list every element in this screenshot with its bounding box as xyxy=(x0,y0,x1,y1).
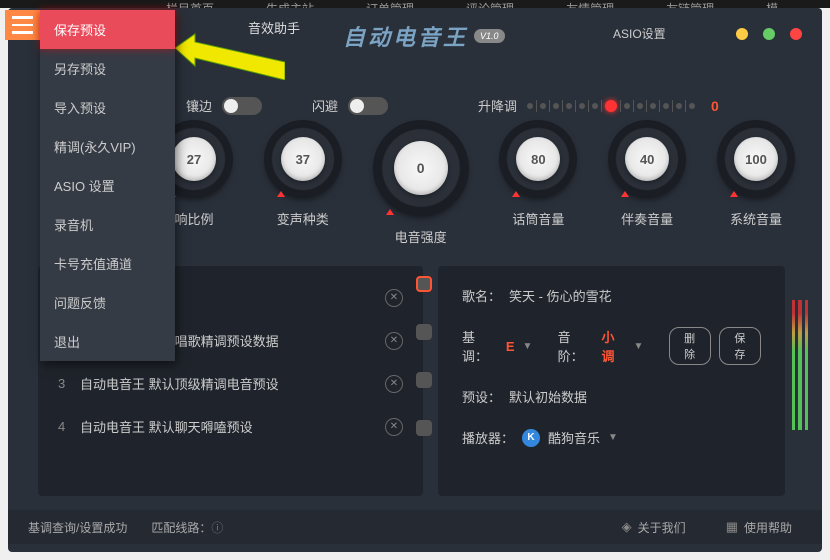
top-tab[interactable]: 订单管理 xyxy=(360,0,420,8)
dodge-switch-label: 闪避 xyxy=(312,96,338,115)
top-tab[interactable]: 生成主站 xyxy=(260,0,320,8)
hamburger-menu-button[interactable] xyxy=(5,10,40,40)
dropdown-item[interactable]: 精调(永久VIP) xyxy=(40,127,175,166)
dropdown-item[interactable]: 退出 xyxy=(40,322,175,361)
player-value: 酷狗音乐 xyxy=(548,428,600,447)
dropdown-item[interactable]: 录音机 xyxy=(40,205,175,244)
info-icon[interactable]: ⓘ xyxy=(211,521,223,535)
preset-delete-icon[interactable]: ✕ xyxy=(385,418,403,436)
top-tab[interactable]: 模 xyxy=(760,0,784,8)
key-value: E xyxy=(506,339,515,354)
top-tabs: 栏目首页 生成主站 订单管理 评论管理 友情管理 友链管理 模 xyxy=(0,0,830,8)
preset-name: 自动电音王 默认顶级精调电音预设 xyxy=(80,374,375,393)
delete-button[interactable]: 删除 xyxy=(669,327,711,365)
match-label: 匹配线路： xyxy=(151,521,211,535)
song-name: 笑天 - 伤心的雪花 xyxy=(509,286,612,305)
preset-delete-icon[interactable]: ✕ xyxy=(385,332,403,350)
preset-delete-icon[interactable]: ✕ xyxy=(385,289,403,307)
key-dropdown-icon[interactable]: ▼ xyxy=(523,341,533,352)
dropdown-item[interactable]: 保存预设 xyxy=(40,10,175,49)
dropdown-item[interactable]: 导入预设 xyxy=(40,88,175,127)
knob-label: 话筒音量 xyxy=(512,209,564,228)
knob[interactable]: 0 电音强度 xyxy=(376,123,466,246)
preset-selector[interactable] xyxy=(416,276,432,292)
dodge-switch[interactable] xyxy=(348,97,388,115)
knob-value: 27 xyxy=(172,137,216,181)
knob-value: 100 xyxy=(734,137,778,181)
player-dropdown-icon[interactable]: ▼ xyxy=(608,432,618,443)
scale-value: 小调 xyxy=(602,327,626,365)
kugou-icon: K xyxy=(522,429,540,447)
switch-row: 镶边 闪避 xyxy=(186,96,388,115)
knob-label: 系统音量 xyxy=(730,209,782,228)
knob-value: 37 xyxy=(281,137,325,181)
top-tab[interactable]: 友情管理 xyxy=(560,0,620,8)
footer: 基调查询/设置成功 匹配线路：ⓘ ◈ 关于我们 ▦ 使用帮助 xyxy=(8,510,822,544)
top-tab[interactable]: 友链管理 xyxy=(660,0,720,8)
knob-row: 27 响比例 37 变声种类 0 电音强度 80 话筒音量 40 伴奏音量 100 系统音量 xyxy=(158,123,792,246)
knob-label: 电音强度 xyxy=(395,227,447,246)
save-button[interactable]: 保存 xyxy=(719,327,761,365)
preset-name: 自动电音王 默认聊天嘚嗑预设 xyxy=(80,417,375,436)
maximize-dot[interactable] xyxy=(763,28,775,40)
preset-value: 默认初始数据 xyxy=(509,387,587,406)
dropdown-item[interactable]: 另存预设 xyxy=(40,49,175,88)
annotation-arrow xyxy=(175,30,285,80)
minimize-dot[interactable] xyxy=(736,28,748,40)
knob-label: 响比例 xyxy=(174,209,213,228)
knob-value: 40 xyxy=(625,137,669,181)
knob-value: 0 xyxy=(394,141,448,195)
key-label: 基调： xyxy=(462,327,498,365)
top-tab[interactable]: 栏目首页 xyxy=(160,0,220,8)
window-controls xyxy=(736,28,802,40)
preset-delete-icon[interactable]: ✕ xyxy=(385,375,403,393)
border-switch-label: 镶边 xyxy=(186,96,212,115)
status-text: 基调查询/设置成功 xyxy=(28,519,127,536)
dropdown-item[interactable]: 卡号充值通道 xyxy=(40,244,175,283)
semitone-track[interactable] xyxy=(527,100,695,112)
border-switch[interactable] xyxy=(222,97,262,115)
knob-label: 变声种类 xyxy=(277,209,329,228)
preset-number: 3 xyxy=(58,376,70,391)
scale-label: 音阶： xyxy=(558,327,594,365)
app-logo: 自动电音王 xyxy=(343,20,468,52)
dropdown-item[interactable]: ASIO 设置 xyxy=(40,166,175,205)
vu-meter xyxy=(792,300,808,430)
close-dot[interactable] xyxy=(790,28,802,40)
top-tab[interactable]: 评论管理 xyxy=(460,0,520,8)
preset-label: 预设： xyxy=(462,387,501,406)
knob[interactable]: 100 系统音量 xyxy=(720,123,792,246)
knob[interactable]: 80 话筒音量 xyxy=(502,123,574,246)
player-label: 播放器： xyxy=(462,428,514,447)
preset-row[interactable]: 3 自动电音王 默认顶级精调电音预设 ✕ xyxy=(38,362,423,405)
detail-panel: 歌名： 笑天 - 伤心的雪花 基调： E ▼ 音阶： 小调 ▼ 删除 保存 预设… xyxy=(438,266,785,496)
version-badge: V1.0 xyxy=(474,29,505,43)
preset-selector-column xyxy=(416,276,432,436)
semitone-label: 升降调 xyxy=(478,96,517,115)
asio-settings-link[interactable]: ASIO设置 xyxy=(613,25,666,42)
scale-dropdown-icon[interactable]: ▼ xyxy=(633,341,643,352)
preset-selector[interactable] xyxy=(416,372,432,388)
knob[interactable]: 37 变声种类 xyxy=(267,123,339,246)
semitone-control[interactable]: 升降调 0 xyxy=(478,96,719,115)
knob-value: 80 xyxy=(516,137,560,181)
about-link[interactable]: ◈ 关于我们 xyxy=(622,519,686,536)
help-link[interactable]: ▦ 使用帮助 xyxy=(726,519,792,536)
preset-row[interactable]: 4 自动电音王 默认聊天嘚嗑预设 ✕ xyxy=(38,405,423,448)
preset-selector[interactable] xyxy=(416,420,432,436)
help-icon: ▦ xyxy=(726,519,738,535)
info-icon: ◈ xyxy=(622,519,632,535)
knob-label: 伴奏音量 xyxy=(621,209,673,228)
dropdown-item[interactable]: 问题反馈 xyxy=(40,283,175,322)
knob[interactable]: 40 伴奏音量 xyxy=(611,123,683,246)
preset-selector[interactable] xyxy=(416,324,432,340)
semitone-value: 0 xyxy=(711,98,719,114)
main-dropdown-menu: 保存预设另存预设导入预设精调(永久VIP)ASIO 设置录音机卡号充值通道问题反… xyxy=(40,10,175,361)
preset-number: 4 xyxy=(58,419,70,434)
song-label: 歌名： xyxy=(462,286,501,305)
